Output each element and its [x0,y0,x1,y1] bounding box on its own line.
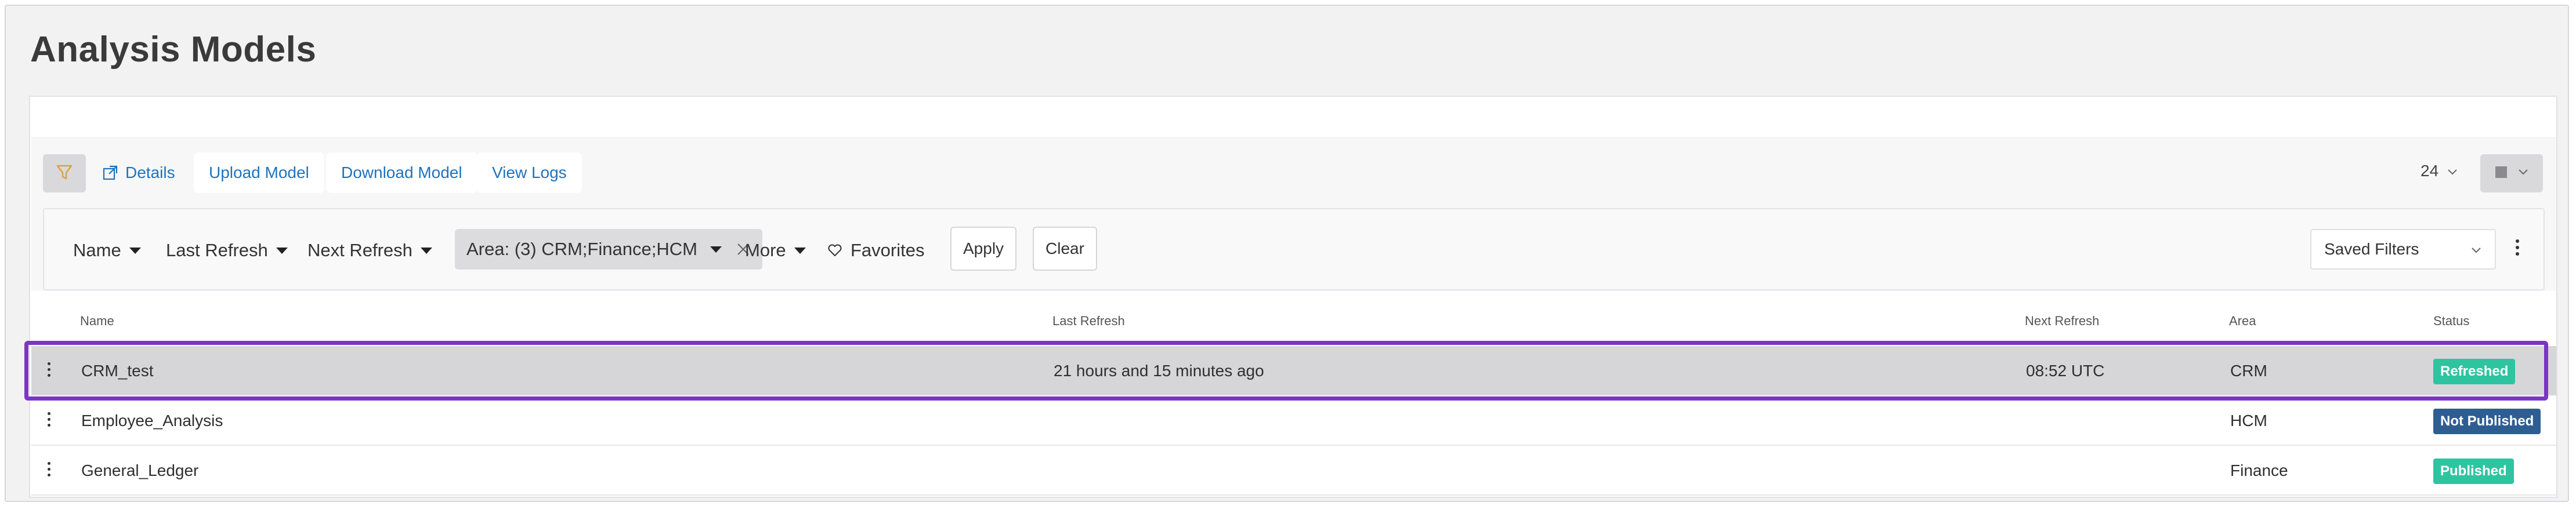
name-filter-label: Name [73,240,121,260]
view-mode-button[interactable] [2480,154,2543,192]
view-logs-label: View Logs [492,163,567,181]
window-frame: Analysis Models Details Upload Model Dow… [5,5,2569,502]
status-badge: Published [2433,459,2514,484]
filter-bar: Name Last Refresh Next Refresh Area: (3)… [43,208,2545,290]
row-area: Finance [2230,461,2288,479]
heart-icon [827,243,842,257]
row-name[interactable]: General_Ledger [81,446,198,496]
table-row[interactable]: General_Ledger Finance Published [31,446,2556,496]
grid-view-icon [2494,165,2508,182]
clear-label: Clear [1045,239,1084,257]
favorites-label: Favorites [851,240,925,260]
page-title: Analysis Models [30,30,317,70]
apply-filters-button[interactable]: Apply [950,227,1017,271]
more-filters-label: More [745,240,786,260]
column-header-status[interactable]: Status [2433,314,2469,329]
last-refresh-filter-label: Last Refresh [166,240,268,260]
page-size-value: 24 [2421,162,2439,180]
details-button[interactable]: Details [94,152,183,193]
selected-row-highlight [24,341,2548,401]
kebab-icon[interactable] [48,462,50,476]
saved-filters-select[interactable]: Saved Filters [2310,229,2496,270]
caret-down-icon [276,247,288,254]
clear-filters-button[interactable]: Clear [1033,227,1097,271]
download-model-button[interactable]: Download Model [326,152,477,193]
chevron-down-icon [2447,162,2458,180]
row-name[interactable]: Employee_Analysis [81,396,223,446]
column-header-next-refresh[interactable]: Next Refresh [2025,314,2099,329]
caret-down-icon [794,247,806,254]
column-header-area[interactable]: Area [2229,314,2256,329]
table-row[interactable]: Employee_Analysis HCM Not Published [31,396,2556,446]
view-logs-button[interactable]: View Logs [477,152,582,193]
next-refresh-filter-dropdown[interactable]: Next Refresh [307,237,432,264]
chevron-down-icon [2517,168,2529,179]
area-filter-label: Area: (3) CRM;Finance;HCM [466,239,697,259]
more-filters-dropdown[interactable]: More [745,237,806,264]
filter-toggle-button[interactable] [43,154,86,192]
filter-icon [56,163,73,184]
models-panel: Details Upload Model Download Model View… [29,96,2557,498]
row-area: HCM [2230,412,2267,430]
caret-down-icon [129,247,141,254]
column-header-last-refresh[interactable]: Last Refresh [1052,314,1125,329]
external-link-icon [102,165,118,181]
column-header-name[interactable]: Name [80,314,114,329]
caret-down-icon [710,246,722,253]
download-model-label: Download Model [341,163,462,181]
apply-label: Apply [963,239,1004,257]
chevron-down-icon [2470,240,2482,259]
saved-filters-label: Saved Filters [2324,240,2419,258]
area-filter-chip[interactable]: Area: (3) CRM;Finance;HCM [455,229,762,270]
upload-model-label: Upload Model [209,163,309,181]
kebab-icon[interactable] [48,412,50,427]
name-filter-dropdown[interactable]: Name [73,237,141,264]
details-label: Details [125,163,175,181]
upload-model-button[interactable]: Upload Model [194,152,324,193]
page-size-select[interactable]: 24 [2421,162,2458,180]
filter-options-menu-icon[interactable] [2516,239,2519,256]
next-refresh-filter-label: Next Refresh [307,240,413,260]
last-refresh-filter-dropdown[interactable]: Last Refresh [166,237,288,264]
favorites-filter[interactable]: Favorites [827,237,924,264]
caret-down-icon [420,247,432,254]
status-badge: Not Published [2433,409,2541,434]
